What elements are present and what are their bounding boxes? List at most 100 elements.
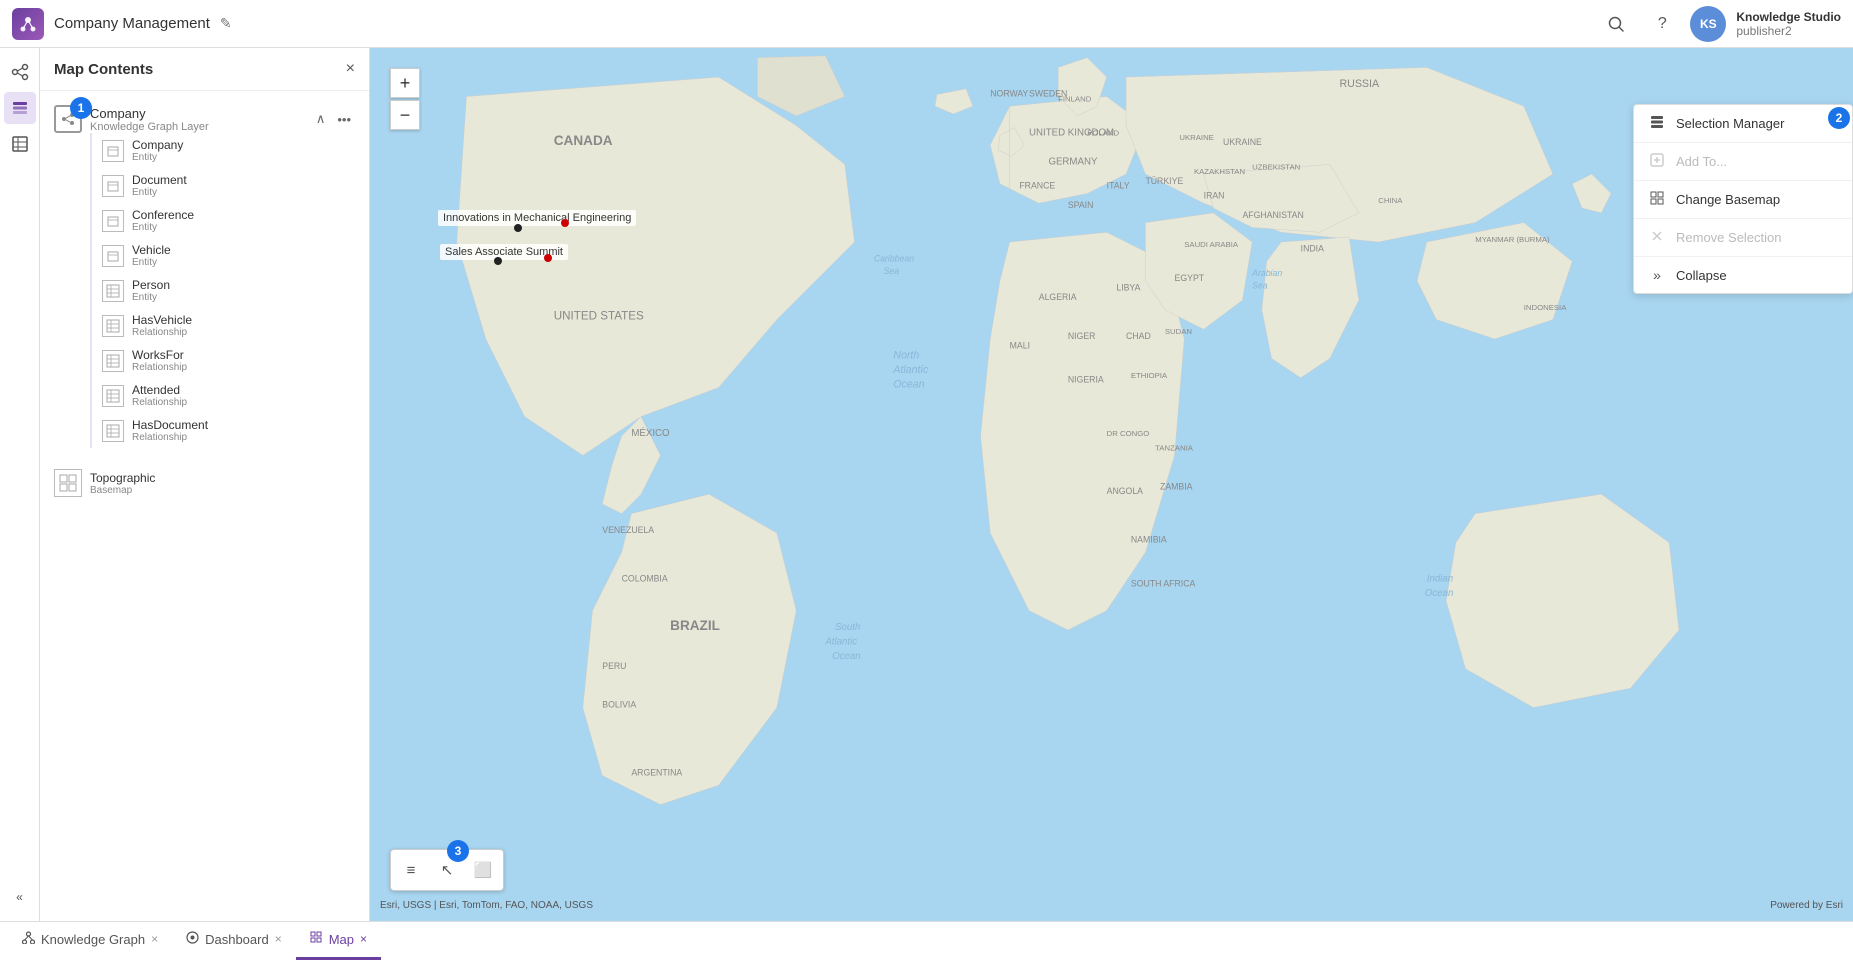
map-tab-icon [310, 931, 323, 947]
visibility-toggle-document[interactable]: 👁 [309, 177, 328, 195]
layer-item-company[interactable]: Company Entity 👁 ••• [92, 133, 355, 168]
svg-text:TANZANIA: TANZANIA [1155, 444, 1194, 453]
layer-item-vehicle[interactable]: Vehicle Entity ••• [92, 238, 355, 273]
dashboard-tab-icon [186, 931, 199, 947]
layer-group-more-button[interactable]: ••• [333, 110, 355, 129]
svg-text:DR CONGO: DR CONGO [1107, 429, 1150, 438]
toolbar-list-button[interactable]: ≡ [395, 854, 427, 886]
app-title: Company Management [54, 15, 210, 32]
rp-selection-manager[interactable]: Selection Manager 2 [1634, 105, 1852, 143]
layer-item-name-attended: Attended [132, 383, 322, 397]
svg-text:Sea: Sea [884, 266, 900, 276]
panel-header: Map Contents × [40, 48, 369, 91]
more-button-conference[interactable]: ••• [330, 212, 347, 230]
tab-dashboard-close[interactable]: × [275, 933, 282, 945]
svg-text:PERU: PERU [602, 661, 626, 671]
tab-knowledge-graph-close[interactable]: × [151, 933, 158, 945]
map-area[interactable]: CANADA UNITED STATES MÉXICO BRAZIL COLOM… [370, 48, 1853, 921]
layer-item-person[interactable]: Person Entity ••• [92, 273, 355, 308]
layer-item-attended[interactable]: Attended Relationship ••• [92, 378, 355, 413]
svg-text:BOLIVIA: BOLIVIA [602, 700, 636, 710]
svg-text:Atlantic: Atlantic [892, 364, 929, 376]
layer-item-type-hasdocument: Relationship [132, 432, 322, 443]
tab-map-label: Map [329, 932, 354, 947]
more-button-person[interactable]: ••• [330, 282, 347, 300]
layer-group-company: 1 Company Knowledge Graph Layer ∧ ••• [40, 99, 369, 454]
tab-knowledge-graph[interactable]: Knowledge Graph × [8, 922, 172, 960]
svg-text:COLOMBIA: COLOMBIA [622, 574, 668, 584]
svg-text:SAUDI ARABIA: SAUDI ARABIA [1184, 240, 1239, 249]
layer-item-type-company: Entity [132, 152, 301, 163]
rel-icon-worksfor [102, 350, 124, 372]
main-area: « Map Contents × [0, 48, 1853, 921]
svg-text:MYANMAR (BURMA): MYANMAR (BURMA) [1475, 235, 1550, 244]
layer-group-collapse-button[interactable]: ∧ [312, 109, 330, 129]
svg-text:NORWAY: NORWAY [990, 89, 1028, 99]
user-info: Knowledge Studio publisher2 [1736, 10, 1841, 38]
svg-text:CHAD: CHAD [1126, 331, 1151, 341]
layer-item-info-worksfor: WorksFor Relationship [132, 348, 322, 373]
basemap-info: Topographic Basemap [90, 471, 355, 496]
layer-item-hasvehicle[interactable]: HasVehicle Relationship ••• [92, 308, 355, 343]
badge-3: 3 [447, 840, 469, 862]
visibility-toggle-conference[interactable]: 👁 [309, 212, 328, 230]
layer-item-name-hasvehicle: HasVehicle [132, 313, 322, 327]
layer-item-document[interactable]: Document Entity 👁 ••• [92, 168, 355, 203]
zoom-in-button[interactable]: + [390, 68, 420, 98]
knowledge-graph-tab-icon [22, 931, 35, 947]
svg-text:POLAND: POLAND [1087, 128, 1119, 137]
layer-group-header[interactable]: 1 Company Knowledge Graph Layer ∧ ••• [54, 105, 355, 133]
more-button-worksfor[interactable]: ••• [330, 352, 347, 370]
toolbar-rectangle-button[interactable]: ⬜ [467, 854, 499, 886]
rp-remove-selection-label: Remove Selection [1676, 230, 1782, 245]
basemap-icon [54, 469, 82, 497]
svg-text:ITALY: ITALY [1107, 181, 1130, 191]
rp-collapse-label: Collapse [1676, 268, 1727, 283]
more-button-hasvehicle[interactable]: ••• [330, 317, 347, 335]
more-button-vehicle[interactable]: ••• [330, 247, 347, 265]
sidebar-collapse-button[interactable]: « [4, 881, 36, 913]
layer-item-info-person: Person Entity [132, 278, 322, 303]
sidebar-nav-connections[interactable] [4, 56, 36, 88]
svg-text:Indian: Indian [1427, 574, 1453, 585]
tab-map[interactable]: Map × [296, 922, 381, 960]
more-button-hasdocument[interactable]: ••• [330, 422, 347, 440]
rp-collapse[interactable]: » Collapse [1634, 257, 1852, 293]
panel-close-button[interactable]: × [346, 60, 355, 78]
layer-item-conference[interactable]: Conference Entity 👁 ••• [92, 203, 355, 238]
search-button[interactable] [1598, 6, 1634, 42]
rp-change-basemap[interactable]: Change Basemap [1634, 181, 1852, 219]
visibility-toggle-company[interactable]: 👁 [309, 142, 328, 160]
more-button-company[interactable]: ••• [330, 142, 347, 160]
svg-text:CANADA: CANADA [554, 133, 613, 148]
layer-item-type-attended: Relationship [132, 397, 322, 408]
add-to-icon [1648, 153, 1666, 170]
svg-text:AFGHANISTAN: AFGHANISTAN [1242, 210, 1303, 220]
svg-text:SOUTH AFRICA: SOUTH AFRICA [1131, 578, 1196, 588]
svg-text:Caribbean: Caribbean [874, 253, 914, 263]
layer-group-subtitle: Knowledge Graph Layer [90, 121, 304, 133]
svg-text:TÜRKIYE: TÜRKIYE [1145, 176, 1183, 186]
user-name: Knowledge Studio [1736, 10, 1841, 24]
sidebar-nav-layers[interactable] [4, 92, 36, 124]
svg-text:ANGOLA: ANGOLA [1107, 486, 1144, 496]
svg-text:UKRAINE: UKRAINE [1223, 137, 1262, 147]
tab-dashboard[interactable]: Dashboard × [172, 922, 296, 960]
basemap-section: Topographic Basemap [40, 458, 369, 508]
layer-item-name-conference: Conference [132, 208, 301, 222]
layer-item-hasdocument[interactable]: HasDocument Relationship ••• [92, 413, 355, 448]
sidebar-nav-table[interactable] [4, 128, 36, 160]
help-button[interactable]: ? [1644, 6, 1680, 42]
more-button-document[interactable]: ••• [330, 177, 347, 195]
zoom-out-button[interactable]: − [390, 100, 420, 130]
more-button-attended[interactable]: ••• [330, 387, 347, 405]
tab-map-close[interactable]: × [360, 933, 367, 945]
layer-item-worksfor[interactable]: WorksFor Relationship ••• [92, 343, 355, 378]
edit-icon[interactable]: ✎ [220, 15, 232, 32]
layer-item-name-company: Company [132, 138, 301, 152]
basemap-item-topographic[interactable]: Topographic Basemap [54, 464, 355, 502]
svg-text:EGYPT: EGYPT [1175, 273, 1205, 283]
svg-text:ALGERIA: ALGERIA [1039, 292, 1077, 302]
attribution-right: Powered by Esri [1770, 900, 1843, 911]
layer-item-type-conference: Entity [132, 222, 301, 233]
